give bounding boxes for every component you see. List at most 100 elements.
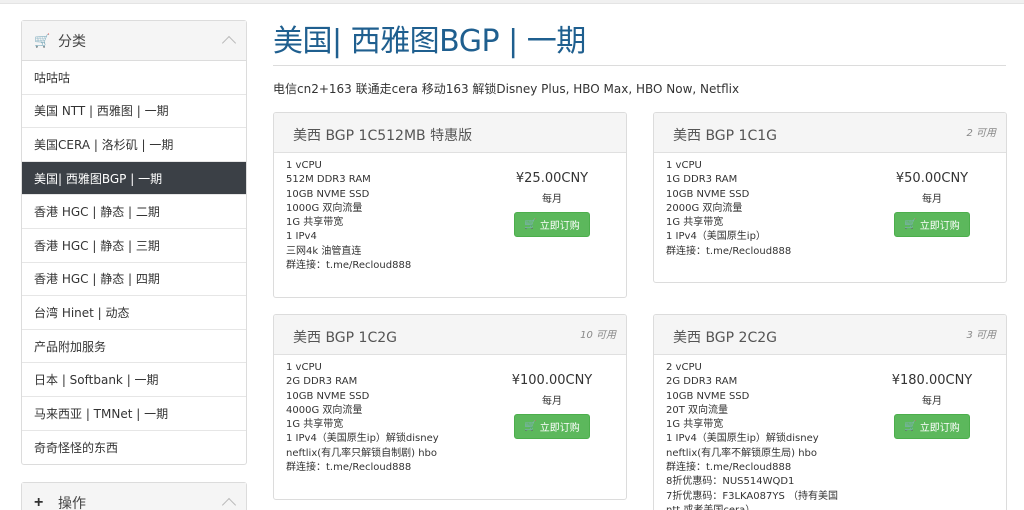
product-feature: 2G DDR3 RAM: [666, 376, 738, 388]
product-feature: 8折优惠码：NUS514WQD1: [666, 476, 795, 488]
sidebar-category-item[interactable]: 香港 HGC | 静态 | 二期: [22, 195, 246, 229]
price-box: ¥100.00CNY 每月 🛒 立即订购: [508, 373, 596, 439]
product-name: 美西 BGP 1C2G: [293, 330, 397, 346]
product-feature: 7折优惠码：F3LKA087YS （持有美国: [666, 490, 838, 502]
page-tagline: 电信cn2+163 联通走cera 移动163 解锁Disney Plus, H…: [273, 82, 740, 96]
product-feature: 1 IPv4: [286, 231, 317, 243]
product-price: ¥25.00CNY: [515, 171, 589, 186]
order-now-button[interactable]: 🛒 立即订购: [514, 212, 590, 237]
product-feature: 10GB NVME SSD: [286, 188, 370, 200]
order-now-button[interactable]: 🛒 立即订购: [514, 414, 590, 439]
product-feature: 2000G 双向流量: [666, 202, 743, 214]
chevron-up-icon[interactable]: [221, 498, 237, 510]
categories-panel-header[interactable]: 🛒 分类: [22, 21, 246, 61]
product-card-header: 美西 BGP 1C2G 10 可用: [274, 315, 626, 355]
product-card: 美西 BGP 1C512MB 特惠版 1 vCPU 512M DDR3 RAM 10…: [273, 112, 627, 298]
sidebar-category-item[interactable]: 美国 NTT | 西雅图 | 一期: [22, 95, 246, 129]
product-feature: neftlix(有几率不解锁原生局) hbo: [666, 447, 818, 459]
page-title: 美国| 西雅图BGP | 一期: [273, 24, 586, 59]
billing-cycle: 每月: [922, 194, 942, 205]
title-divider: [273, 65, 1006, 66]
cart-icon: 🛒: [904, 421, 917, 432]
product-card-header: 美西 BGP 1C1G 2 可用: [654, 113, 1006, 153]
top-bar: [0, 0, 1024, 4]
categories-panel: 🛒 分类 咕咕咕 美国 NTT | 西雅图 | 一期 美国CERA | 洛杉矶 | …: [21, 20, 247, 466]
product-feature: 512M DDR3 RAM: [286, 174, 371, 186]
product-price: ¥50.00CNY: [895, 171, 969, 186]
product-name: 美西 BGP 1C1G: [673, 128, 777, 144]
product-feature: 10GB NVME SSD: [286, 390, 370, 402]
product-feature: 群连接：t.me/Recloud888: [286, 260, 412, 272]
sidebar-category-item[interactable]: 美国| 西雅图BGP | 一期: [22, 161, 246, 196]
product-feature: 20T 双向流量: [666, 404, 729, 416]
order-now-label: 立即订购: [919, 423, 960, 434]
billing-cycle: 每月: [922, 396, 942, 407]
product-feature: 群连接：t.me/Recloud888: [666, 245, 792, 257]
product-feature: 1G 共享带宽: [666, 419, 724, 431]
availability-label: 3 可用: [966, 330, 996, 341]
product-feature: 1G 共享带宽: [286, 419, 344, 431]
actions-panel: + 操作: [21, 482, 247, 510]
sidebar-category-item[interactable]: 咕咕咕: [22, 61, 246, 95]
product-feature: 1 vCPU: [286, 160, 322, 171]
cart-icon: 🛒: [524, 219, 537, 230]
order-now-label: 立即订购: [919, 221, 960, 232]
product-feature: 1G DDR3 RAM: [666, 174, 738, 186]
product-feature: 2G DDR3 RAM: [286, 376, 358, 388]
order-now-button[interactable]: 🛒 立即订购: [894, 212, 970, 237]
billing-cycle: 每月: [542, 396, 562, 407]
product-feature: 10GB NVME SSD: [666, 390, 750, 402]
product-price: ¥180.00CNY: [891, 373, 973, 388]
cart-icon: 🛒: [904, 219, 917, 230]
product-feature: 三网4k 油管直连: [286, 245, 362, 257]
product-feature: 1G 共享带宽: [286, 217, 344, 229]
product-name: 美西 BGP 2C2G: [673, 330, 777, 346]
product-card: 美西 BGP 1C1G 2 可用 1 vCPU 1G DDR3 RAM 10GB N…: [653, 112, 1007, 283]
price-box: ¥180.00CNY 每月 🛒 立即订购: [888, 373, 976, 439]
product-feature: 4000G 双向流量: [286, 404, 363, 416]
product-card-header: 美西 BGP 2C2G 3 可用: [654, 315, 1006, 355]
availability-label: 2 可用: [966, 128, 996, 139]
product-feature: ntt 或者美国cera）: [666, 504, 838, 510]
categories-title: 分类: [58, 32, 86, 49]
sidebar-category-item[interactable]: 香港 HGC | 静态 | 四期: [22, 263, 246, 297]
product-features: 1 vCPU 1G DDR3 RAM 10GB NVME SSD 2000G 双向流量…: [666, 159, 791, 259]
product-card: 美西 BGP 2C2G 3 可用 2 vCPU 2G DDR3 RAM 10GB N…: [653, 314, 1007, 510]
order-now-label: 立即订购: [539, 423, 580, 434]
product-feature: 10GB NVME SSD: [666, 188, 750, 200]
price-box: ¥50.00CNY 每月 🛒 立即订购: [888, 171, 976, 237]
price-box: ¥25.00CNY 每月 🛒 立即订购: [508, 171, 596, 237]
sidebar-category-item[interactable]: 美国CERA | 洛杉矶 | 一期: [22, 128, 246, 162]
order-now-button[interactable]: 🛒 立即订购: [894, 414, 970, 439]
product-card-header: 美西 BGP 1C512MB 特惠版: [274, 113, 626, 153]
sidebar-category-item[interactable]: 马来西亚 | TMNet | 一期: [22, 397, 246, 431]
product-name: 美西 BGP 1C512MB 特惠版: [293, 128, 473, 144]
product-feature: 2 vCPU: [666, 362, 702, 373]
chevron-up-icon[interactable]: [221, 35, 237, 51]
product-features: 2 vCPU 2G DDR3 RAM 10GB NVME SSD 20T 双向流量 1G…: [666, 361, 838, 510]
sidebar-category-item[interactable]: 日本 | Softbank | 一期: [22, 363, 246, 397]
product-feature: neftlix(有几率只解锁自制剧) hbo: [286, 447, 438, 459]
order-now-label: 立即订购: [539, 221, 580, 232]
availability-label: 10 可用: [580, 330, 616, 341]
actions-panel-header[interactable]: + 操作: [22, 483, 246, 510]
sidebar-category-item[interactable]: 产品附加服务: [22, 330, 246, 364]
cart-icon: 🛒: [524, 421, 537, 432]
billing-cycle: 每月: [542, 194, 562, 205]
sidebar-category-item[interactable]: 台湾 Hinet | 动态: [22, 296, 246, 330]
product-features: 1 vCPU 2G DDR3 RAM 10GB NVME SSD 4000G 双向流量…: [286, 361, 439, 475]
category-list: 咕咕咕 美国 NTT | 西雅图 | 一期 美国CERA | 洛杉矶 | 一期 美国|…: [22, 61, 246, 464]
plus-icon: +: [34, 493, 44, 510]
product-feature: 1 IPv4（美国原生ip）解锁disney: [666, 433, 819, 445]
actions-title: 操作: [58, 494, 86, 510]
product-feature: 1 vCPU: [286, 362, 322, 373]
product-price: ¥100.00CNY: [511, 373, 593, 388]
sidebar: 🛒 分类 咕咕咕 美国 NTT | 西雅图 | 一期 美国CERA | 洛杉矶 | …: [21, 20, 247, 510]
sidebar-category-item[interactable]: 奇奇怪怪的东西: [22, 431, 246, 465]
cart-icon: 🛒: [34, 32, 51, 48]
product-feature: 1 IPv4（美国原生ip）解锁disney: [286, 433, 439, 445]
product-card: 美西 BGP 1C2G 10 可用 1 vCPU 2G DDR3 RAM 10GB …: [273, 314, 627, 500]
product-features: 1 vCPU 512M DDR3 RAM 10GB NVME SSD 1000G 双向…: [286, 159, 411, 273]
sidebar-category-item[interactable]: 香港 HGC | 静态 | 三期: [22, 229, 246, 263]
product-feature: 1 vCPU: [666, 160, 702, 171]
